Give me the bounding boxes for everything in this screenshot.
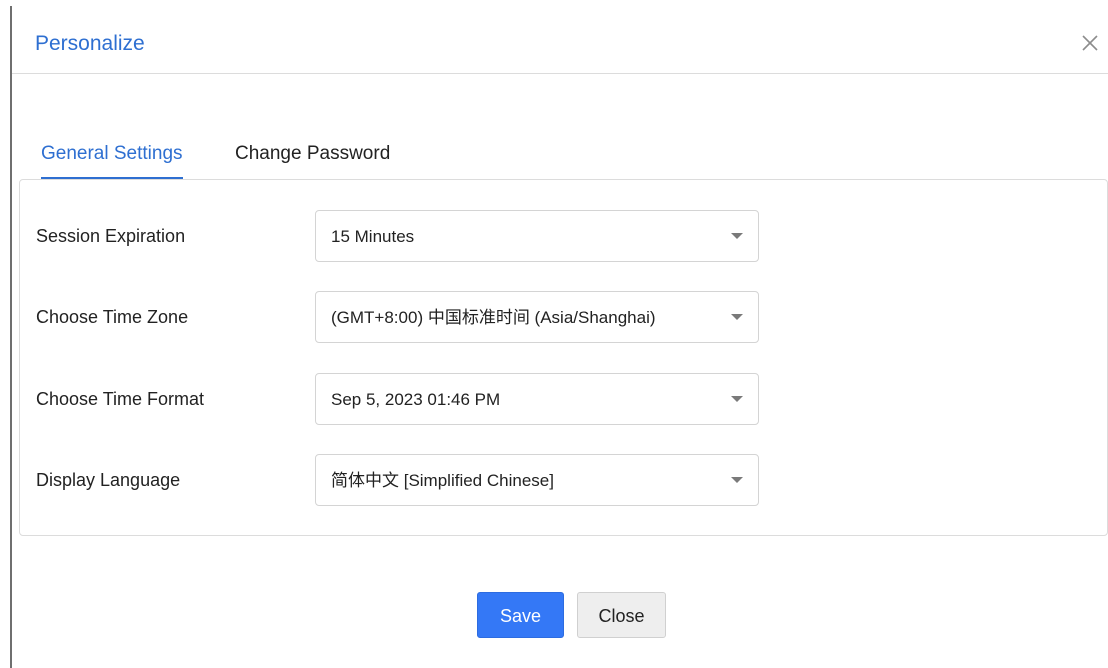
general-settings-panel: Session Expiration 15 Minutes Choose Tim… (19, 179, 1108, 536)
chevron-down-icon (731, 314, 743, 320)
page: Personalize General Settings Change Pass… (0, 0, 1108, 668)
display-language-value: 简体中文 [Simplified Chinese] (331, 471, 554, 490)
tab-change-password[interactable]: Change Password (235, 140, 390, 180)
tab-general-settings[interactable]: General Settings (41, 140, 183, 180)
chevron-down-icon (731, 396, 743, 402)
time-format-select[interactable]: Sep 5, 2023 01:46 PM (315, 373, 759, 425)
setting-row-display-language: Display Language 简体中文 [Simplified Chines… (20, 454, 1107, 506)
session-expiration-select[interactable]: 15 Minutes (315, 210, 759, 262)
setting-row-time-zone: Choose Time Zone (GMT+8:00) 中国标准时间 (Asia… (20, 291, 1107, 343)
dialog-title: Personalize (35, 32, 145, 55)
chevron-down-icon (731, 233, 743, 239)
chevron-down-icon (731, 477, 743, 483)
close-icon[interactable] (1081, 34, 1099, 52)
session-expiration-label: Session Expiration (36, 226, 186, 246)
setting-row-session-expiration: Session Expiration 15 Minutes (20, 210, 1107, 262)
personalize-dialog: Personalize General Settings Change Pass… (12, 0, 1108, 668)
close-button[interactable]: Close (577, 592, 666, 638)
setting-row-time-format: Choose Time Format Sep 5, 2023 01:46 PM (20, 373, 1107, 425)
display-language-select[interactable]: 简体中文 [Simplified Chinese] (315, 454, 759, 506)
time-format-value: Sep 5, 2023 01:46 PM (331, 390, 501, 409)
time-zone-label: Choose Time Zone (36, 307, 189, 327)
time-format-label: Choose Time Format (36, 389, 205, 409)
session-expiration-value: 15 Minutes (331, 227, 415, 246)
time-zone-value: (GMT+8:00) 中国标准时间 (Asia/Shanghai) (331, 308, 656, 327)
time-zone-select[interactable]: (GMT+8:00) 中国标准时间 (Asia/Shanghai) (315, 291, 759, 343)
dialog-header: Personalize (12, 0, 1108, 74)
display-language-label: Display Language (36, 470, 181, 490)
save-button[interactable]: Save (477, 592, 564, 638)
